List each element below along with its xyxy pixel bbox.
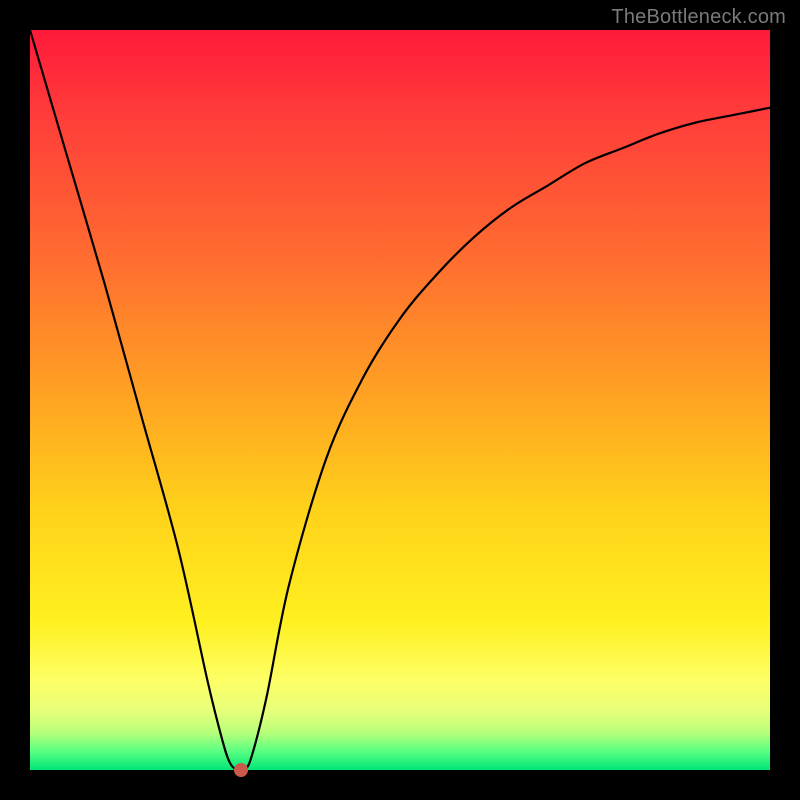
bottleneck-curve [30, 30, 770, 771]
watermark-text: TheBottleneck.com [611, 6, 786, 29]
chart-frame: TheBottleneck.com [0, 0, 800, 800]
optimum-marker-icon [234, 763, 248, 777]
curve-layer [30, 30, 770, 770]
plot-area [30, 30, 770, 770]
